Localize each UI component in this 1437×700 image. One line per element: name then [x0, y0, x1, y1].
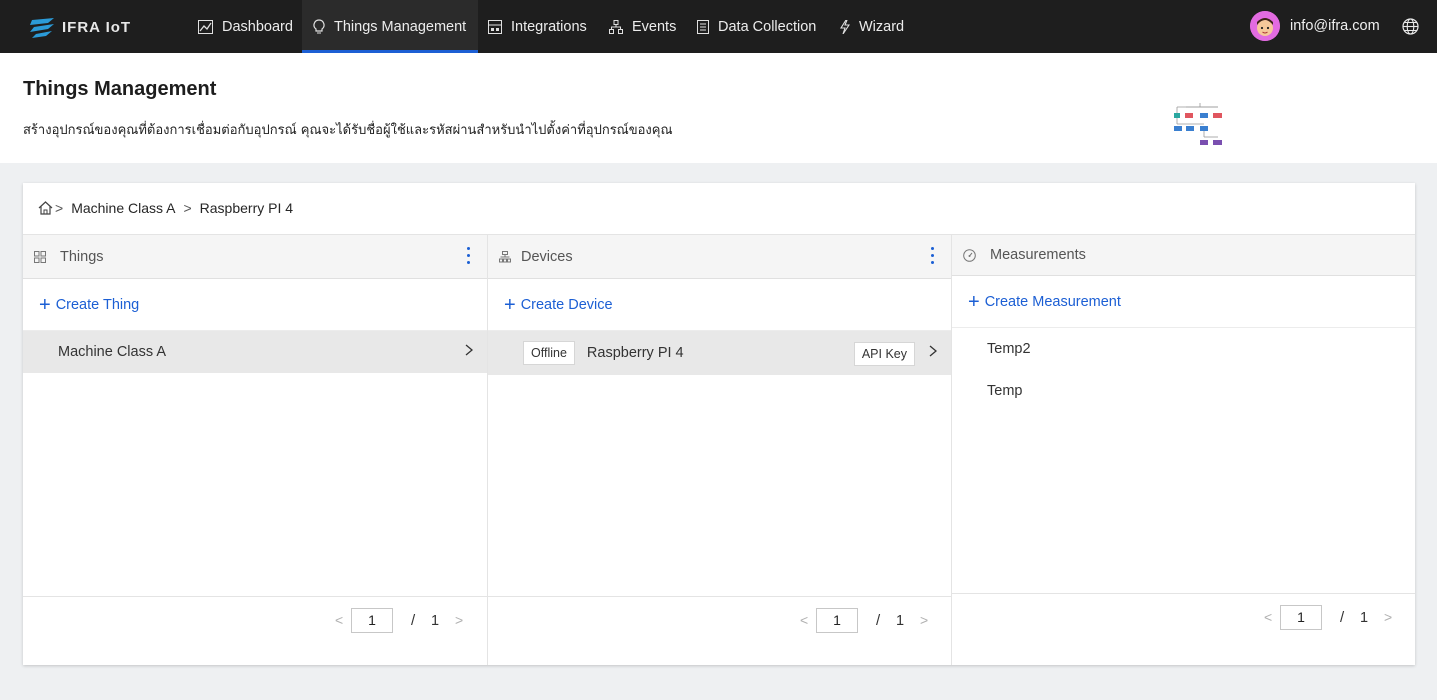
things-pagination: < 1 / 1 >: [23, 596, 487, 665]
breadcrumb: > Machine Class A > Raspberry PI 4: [38, 200, 293, 216]
hierarchy-icon: [499, 250, 511, 262]
nav-dashboard[interactable]: Dashboard: [198, 0, 293, 53]
breadcrumb-item-thing[interactable]: Machine Class A: [71, 200, 175, 216]
breadcrumb-separator: >: [183, 200, 192, 216]
device-row-label: Raspberry PI 4: [586, 345, 684, 361]
home-icon[interactable]: [38, 201, 53, 215]
page-slash: /: [1340, 609, 1345, 626]
logo-text: IFRA IoT: [62, 18, 132, 36]
page-header: Things Management สร้างอุปกรณ์ของคุณที่ต…: [0, 53, 1437, 163]
things-column: Things + Create Thing Machine Class A < …: [23, 234, 487, 665]
nav-things-management[interactable]: Things Management: [302, 0, 478, 53]
prev-page-icon[interactable]: <: [1264, 609, 1272, 625]
page-slash: /: [411, 612, 416, 629]
nav-dashboard-label: Dashboard: [222, 18, 293, 35]
plus-icon: +: [968, 290, 980, 313]
next-page-icon[interactable]: >: [1384, 609, 1392, 625]
plus-icon: +: [504, 293, 516, 316]
measurement-row-label: Temp: [987, 383, 1023, 399]
measurement-row-label: Temp2: [987, 341, 1031, 357]
create-measurement-label: Create Measurement: [984, 293, 1121, 310]
avatar: [1250, 11, 1280, 41]
user-menu[interactable]: info@ifra.com: [1250, 11, 1380, 41]
devices-column: Devices + Create Device Offline Raspberr…: [487, 234, 951, 665]
devices-pagination: < 1 / 1 >: [488, 596, 951, 665]
prev-page-icon[interactable]: <: [800, 612, 808, 628]
status-badge: Offline: [523, 341, 575, 365]
hierarchy-icon: [609, 19, 623, 34]
nav-data-collection[interactable]: Data Collection: [697, 0, 816, 53]
globe-icon[interactable]: [1402, 18, 1419, 35]
things-column-header: Things: [23, 235, 487, 279]
create-measurement-button[interactable]: + Create Measurement: [952, 276, 1415, 328]
device-row[interactable]: Offline Raspberry PI 4 API Key: [488, 331, 951, 375]
grid-icon: [34, 250, 46, 263]
create-thing-button[interactable]: + Create Thing: [23, 279, 487, 331]
measurements-pagination: < 1 / 1 >: [952, 593, 1415, 665]
nav-integrations[interactable]: Integrations: [488, 0, 587, 53]
things-column-title: Things: [60, 248, 104, 265]
nav-data-collection-label: Data Collection: [718, 18, 817, 35]
lightning-icon: [840, 19, 850, 34]
prev-page-icon[interactable]: <: [335, 612, 343, 628]
breadcrumb-item-device[interactable]: Raspberry PI 4: [200, 200, 293, 216]
integration-icon: [488, 19, 502, 34]
thing-row-label: Machine Class A: [58, 344, 166, 360]
app-logo[interactable]: IFRA IoT: [28, 15, 131, 39]
thing-row[interactable]: Machine Class A: [23, 331, 487, 373]
things-page-input[interactable]: 1: [351, 608, 393, 633]
nav-events-label: Events: [632, 18, 677, 35]
devices-more-icon[interactable]: [931, 247, 935, 264]
next-page-icon[interactable]: >: [920, 612, 928, 628]
measurement-row[interactable]: Temp2: [952, 328, 1415, 370]
devices-page-total: 1: [896, 613, 905, 629]
page-title: Things Management: [23, 78, 217, 100]
measurements-column-title: Measurements: [990, 247, 1086, 263]
devices-column-header: Devices: [488, 235, 951, 279]
plus-icon: +: [39, 293, 51, 316]
chevron-right-icon: [465, 344, 473, 356]
gauge-icon: [963, 248, 976, 262]
breadcrumb-separator: >: [55, 200, 64, 216]
measurements-column: Measurements + Create Measurement Temp2 …: [951, 234, 1415, 665]
nav-things-management-label: Things Management: [334, 18, 467, 35]
nav-wizard[interactable]: Wizard: [840, 0, 904, 53]
create-device-label: Create Device: [520, 296, 613, 313]
nav-wizard-label: Wizard: [859, 18, 905, 35]
things-page-total: 1: [431, 613, 440, 629]
api-key-button[interactable]: API Key: [853, 342, 915, 366]
measurements-page-input[interactable]: 1: [1280, 605, 1322, 630]
page-description: สร้างอุปกรณ์ของคุณที่ต้องการเชื่อมต่อกับ…: [23, 123, 673, 138]
document-icon: [697, 19, 709, 34]
chevron-right-icon: [929, 345, 937, 357]
measurements-page-total: 1: [1360, 610, 1369, 626]
measurements-column-header: Measurements: [952, 235, 1415, 276]
things-more-icon[interactable]: [467, 247, 471, 264]
user-email: info@ifra.com: [1290, 18, 1380, 34]
create-thing-label: Create Thing: [55, 296, 140, 313]
logo-icon: [30, 18, 54, 38]
nav-integrations-label: Integrations: [511, 18, 587, 35]
page-slash: /: [876, 612, 881, 629]
nav-events[interactable]: Events: [609, 0, 676, 53]
devices-column-title: Devices: [521, 248, 573, 265]
devices-page-input[interactable]: 1: [816, 608, 858, 633]
create-device-button[interactable]: + Create Device: [488, 279, 951, 331]
device-hierarchy-illustration: [1174, 103, 1222, 145]
chart-line-icon: [198, 19, 213, 34]
bulb-icon: [313, 19, 325, 34]
measurement-row[interactable]: Temp: [952, 370, 1415, 412]
top-navbar: IFRA IoT Dashboard Things Management Int…: [0, 0, 1437, 53]
things-browser-card: > Machine Class A > Raspberry PI 4 Thing…: [23, 183, 1415, 665]
next-page-icon[interactable]: >: [455, 612, 463, 628]
